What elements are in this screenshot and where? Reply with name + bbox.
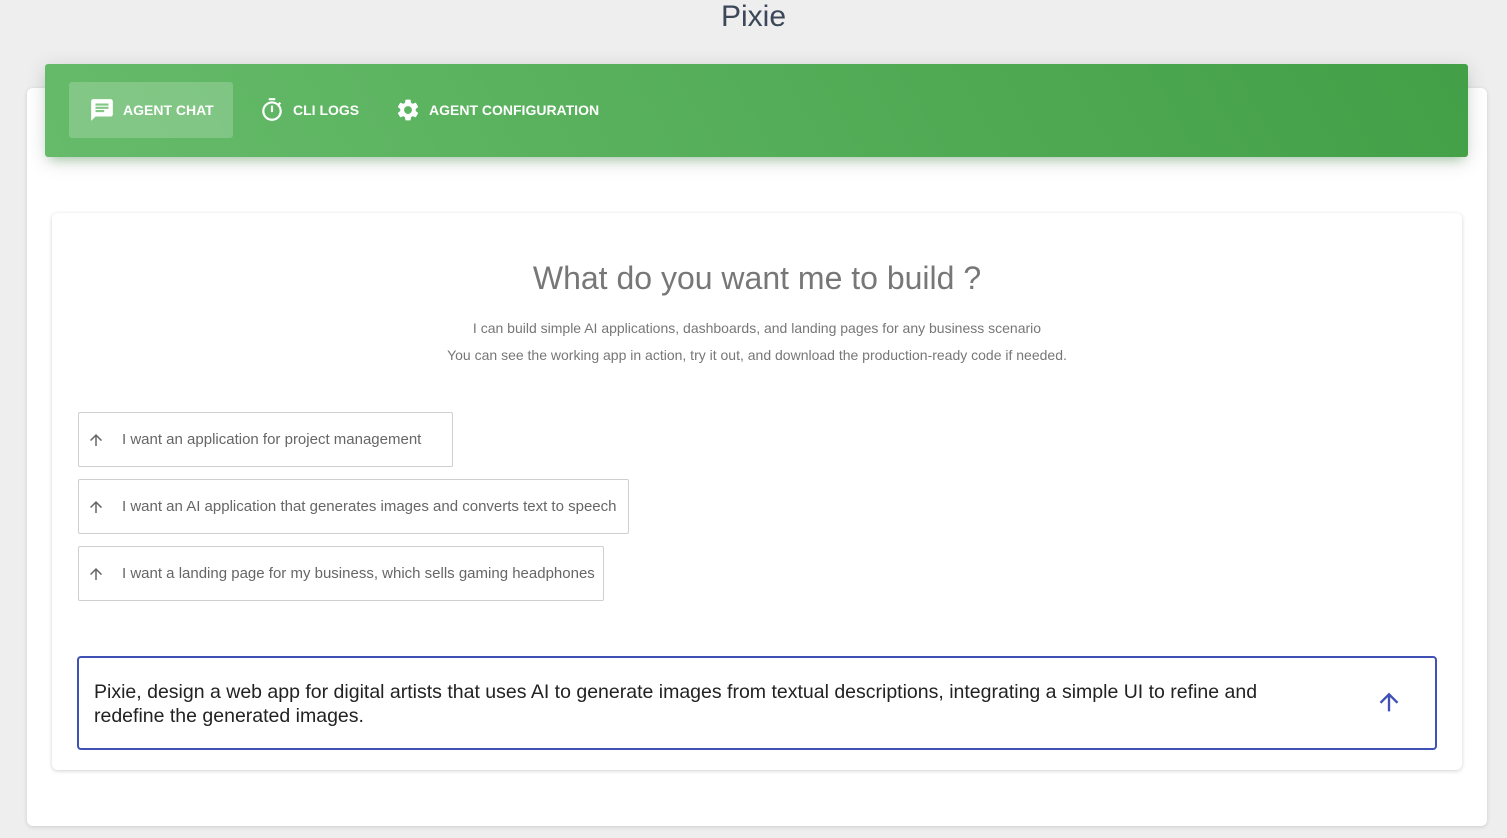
chat-icon [89, 97, 115, 123]
send-button[interactable] [1375, 690, 1403, 718]
arrow-up-icon [87, 498, 105, 516]
subtitle-line-2: You can see the working app in action, t… [447, 347, 1067, 363]
arrow-up-icon [87, 431, 105, 449]
tab-agent-configuration[interactable]: AGENT CONFIGURATION [375, 82, 618, 138]
suggestion-button[interactable]: I want an application for project manage… [78, 412, 453, 467]
suggestion-label: I want an application for project manage… [122, 431, 422, 448]
suggestion-label: I want a landing page for my business, w… [122, 565, 595, 582]
tab-label: AGENT CONFIGURATION [429, 102, 600, 118]
tab-agent-chat[interactable]: AGENT CHAT [69, 82, 233, 138]
subtitle-line-1: I can build simple AI applications, dash… [472, 320, 1042, 336]
suggestion-button[interactable]: I want a landing page for my business, w… [78, 546, 604, 601]
timer-icon [259, 97, 285, 123]
arrow-up-icon [87, 565, 105, 583]
suggestion-button[interactable]: I want an AI application that generates … [78, 479, 629, 534]
suggestion-label: I want an AI application that generates … [122, 498, 617, 515]
tab-label: AGENT CHAT [123, 102, 214, 118]
tab-cli-logs[interactable]: CLI LOGS [239, 82, 378, 138]
nav-bar: AGENT CHAT CLI LOGS AGENT CONFIGURATION [45, 64, 1468, 157]
prompt-text[interactable]: Pixie, design a web app for digital arti… [94, 680, 1324, 728]
arrow-up-icon [1375, 688, 1403, 721]
app-title: Pixie [720, 0, 787, 33]
prompt-input[interactable]: Pixie, design a web app for digital arti… [77, 656, 1437, 750]
gear-icon [395, 97, 421, 123]
page-headline: What do you want me to build ? [532, 260, 982, 296]
tab-label: CLI LOGS [293, 102, 360, 118]
